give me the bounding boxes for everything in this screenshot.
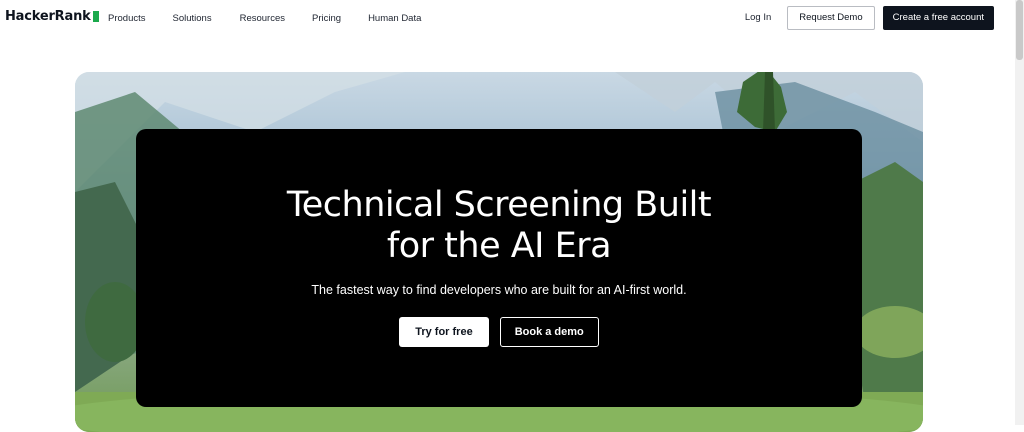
brand-name: HackerRank [5,9,91,24]
logo-mark-icon [92,11,99,22]
nav-link-human-data[interactable]: Human Data [368,13,421,24]
book-a-demo-button[interactable]: Book a demo [499,317,599,347]
login-link[interactable]: Log In [745,12,771,23]
nav-actions: Log In Request Demo Create a free accoun… [745,5,994,30]
nav-links: Products Solutions Resources Pricing Hum… [108,0,421,36]
page-scrollbar[interactable] [1015,0,1024,425]
top-navigation: HackerRank Products Solutions Resources … [0,0,1024,36]
hero-card: Technical Screening Built for the AI Era… [136,129,862,407]
hero-headline: Technical Screening Built for the AI Era [286,185,712,266]
hackerrank-logo[interactable]: HackerRank [5,9,99,24]
nav-link-pricing[interactable]: Pricing [312,13,341,24]
hero-cta-group: Try for free Book a demo [399,317,599,347]
create-account-button[interactable]: Create a free account [882,5,994,30]
scrollbar-thumb[interactable] [1016,0,1023,60]
try-for-free-button[interactable]: Try for free [399,317,489,347]
hero-section: Technical Screening Built for the AI Era… [75,72,923,432]
nav-link-solutions[interactable]: Solutions [173,13,212,24]
request-demo-button[interactable]: Request Demo [787,5,875,30]
nav-link-resources[interactable]: Resources [240,13,285,24]
nav-link-products[interactable]: Products [108,13,146,24]
hero-subheading: The fastest way to find developers who a… [311,283,687,297]
